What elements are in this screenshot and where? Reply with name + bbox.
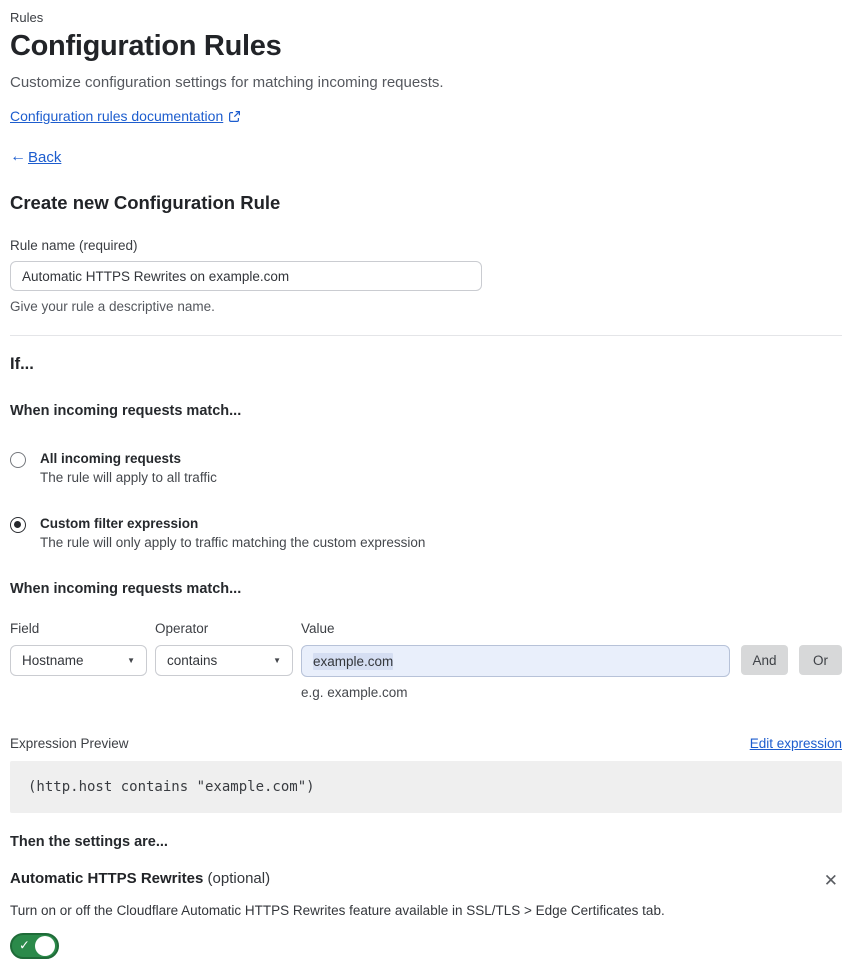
operator-select[interactable]: contains ▼ — [155, 645, 293, 676]
optional-tag: (optional) — [207, 870, 271, 887]
chevron-down-icon: ▼ — [127, 656, 135, 665]
setting-header-row: Automatic HTTPS Rewrites (optional) ✕ — [10, 870, 842, 891]
rule-name-input[interactable]: Automatic HTTPS Rewrites on example.com — [10, 261, 482, 291]
if-heading: If... — [10, 355, 34, 373]
back-arrow-icon: ← — [10, 148, 26, 165]
configuration-rules-page: Rules Configuration Rules Customize conf… — [0, 0, 852, 964]
setting-description: Turn on or off the Cloudflare Automatic … — [10, 903, 665, 918]
request-match-radio-group: All incoming requests The rule will appl… — [10, 451, 842, 550]
radio-option-all-requests[interactable]: All incoming requests The rule will appl… — [10, 451, 842, 485]
or-button[interactable]: Or — [799, 645, 842, 675]
expression-preview-row: Expression Preview Edit expression — [10, 736, 842, 751]
radio-button-all-requests[interactable] — [10, 452, 26, 468]
operator-select-value: contains — [167, 653, 218, 668]
expression-code: (http.host contains "example.com") — [28, 779, 315, 795]
operator-label: Operator — [155, 621, 209, 636]
match-heading-1: When incoming requests match... — [10, 403, 242, 419]
toggle-knob — [35, 936, 55, 956]
radio-label: Custom filter expression — [40, 516, 199, 531]
back-link-row: ← Back — [10, 148, 842, 166]
documentation-link[interactable]: Configuration rules documentation — [10, 108, 223, 124]
documentation-link-row: Configuration rules documentation — [10, 108, 842, 124]
match-heading-2: When incoming requests match... — [10, 581, 242, 597]
check-icon: ✓ — [19, 937, 30, 953]
page-subtitle: Customize configuration settings for mat… — [10, 74, 444, 91]
field-label: Field — [10, 621, 40, 636]
radio-option-custom-filter[interactable]: Custom filter expression The rule will o… — [10, 516, 842, 550]
value-helper: e.g. example.com — [301, 685, 408, 700]
rule-name-value: Automatic HTTPS Rewrites on example.com — [22, 268, 290, 284]
radio-label: All incoming requests — [40, 451, 182, 466]
rule-name-helper: Give your rule a descriptive name. — [10, 299, 215, 314]
rule-name-label: Rule name (required) — [10, 238, 138, 253]
setting-title: Automatic HTTPS Rewrites (optional) — [10, 870, 271, 887]
back-link[interactable]: Back — [28, 149, 61, 166]
field-select[interactable]: Hostname ▼ — [10, 645, 147, 676]
page-title: Configuration Rules — [10, 30, 282, 62]
expression-preview-label: Expression Preview — [10, 736, 129, 751]
then-settings-heading: Then the settings are... — [10, 834, 168, 850]
value-input[interactable]: example.com — [301, 645, 730, 677]
radio-description: The rule will only apply to traffic matc… — [40, 535, 426, 550]
section-divider — [10, 335, 842, 336]
value-input-text: example.com — [313, 652, 394, 670]
chevron-down-icon: ▼ — [273, 656, 281, 665]
radio-button-custom-filter[interactable] — [10, 517, 26, 533]
expression-builder-row: Field Hostname ▼ Operator contains ▼ Val… — [10, 621, 842, 700]
breadcrumb: Rules — [10, 10, 44, 25]
expression-code-box: (http.host contains "example.com") — [10, 761, 842, 813]
create-rule-heading: Create new Configuration Rule — [10, 192, 281, 213]
radio-description: The rule will apply to all traffic — [40, 470, 217, 485]
close-icon[interactable]: ✕ — [820, 870, 842, 891]
value-label: Value — [301, 621, 335, 636]
edit-expression-link[interactable]: Edit expression — [750, 736, 842, 751]
external-link-icon — [228, 110, 241, 123]
field-select-value: Hostname — [22, 653, 84, 668]
and-button[interactable]: And — [741, 645, 788, 675]
https-rewrites-toggle[interactable]: ✓ — [10, 933, 59, 959]
